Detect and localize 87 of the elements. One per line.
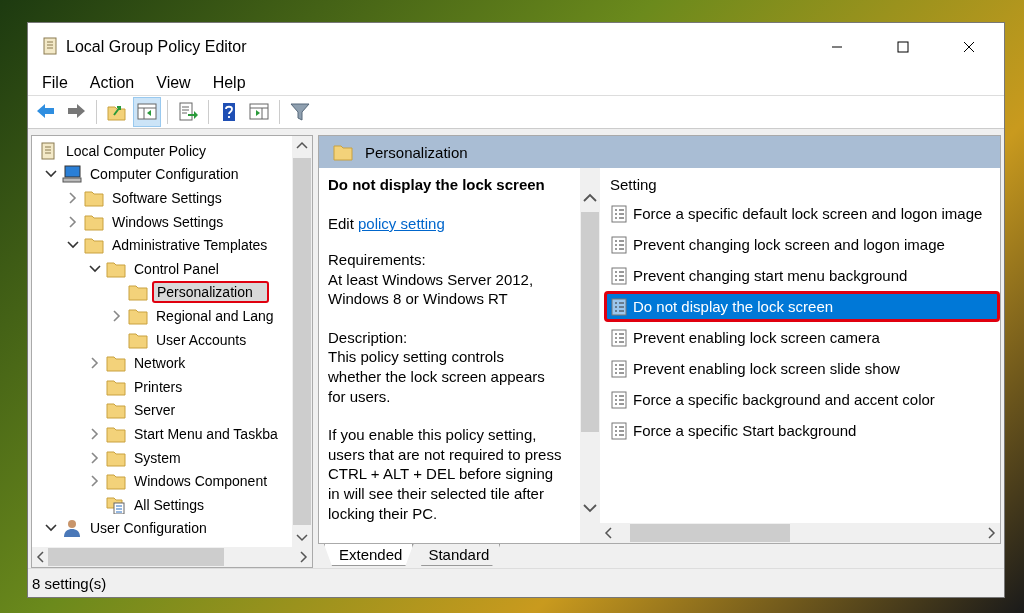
chevron-right-icon[interactable] bbox=[988, 527, 996, 539]
folder-icon bbox=[106, 472, 126, 491]
chevron-right-icon[interactable] bbox=[300, 551, 308, 563]
scroll-icon bbox=[40, 37, 58, 57]
tree-item[interactable]: Windows Settings bbox=[108, 210, 228, 233]
folder-icon bbox=[84, 189, 104, 207]
toolbar-button[interactable] bbox=[133, 97, 161, 127]
policy-page-icon bbox=[611, 421, 627, 440]
maximize-icon bbox=[897, 41, 909, 53]
policy-page-icon bbox=[611, 204, 627, 223]
settings-list-icon bbox=[106, 495, 126, 514]
folder-icon bbox=[106, 448, 126, 467]
policy-page-icon bbox=[611, 359, 627, 378]
setting-row[interactable]: Force a specific Start background bbox=[604, 415, 1000, 446]
header-title: Personalization bbox=[365, 143, 468, 161]
tree-item[interactable]: Software Settings bbox=[108, 187, 226, 209]
filter-icon bbox=[289, 101, 311, 123]
menu-item[interactable]: Action bbox=[81, 74, 143, 92]
policy-page-icon bbox=[611, 390, 627, 409]
close-icon bbox=[963, 41, 975, 53]
description-text: If you enable this policy setting, users that are not required to press CTRL + ALT + DEL before signing in will see their selected tile after locking their PC. bbox=[328, 425, 563, 524]
chevron-left-icon[interactable] bbox=[604, 527, 612, 539]
tree-item[interactable]: Control Panel bbox=[130, 257, 223, 280]
setting-row[interactable]: Force a specific default lock screen and logon image bbox=[604, 198, 1000, 229]
policy-page-icon bbox=[611, 266, 627, 285]
tree-item[interactable]: Computer Configuration bbox=[86, 163, 243, 186]
chevron-left-icon[interactable] bbox=[36, 551, 44, 563]
chevron-up-icon[interactable] bbox=[296, 141, 308, 149]
folder-icon bbox=[84, 236, 104, 255]
setting-row[interactable]: Prevent changing start menu background bbox=[604, 260, 1000, 291]
view-tab[interactable]: Standard bbox=[413, 544, 501, 566]
scroll-icon bbox=[38, 141, 58, 160]
tree-item[interactable]: Local Computer Policy bbox=[62, 139, 211, 162]
policy-page-icon bbox=[611, 328, 627, 347]
tree-item[interactable]: User Accounts bbox=[152, 328, 251, 351]
folder-icon bbox=[128, 330, 148, 349]
tree-item[interactable]: User Configuration bbox=[86, 517, 211, 540]
policy-title: Do not display the lock screen bbox=[328, 176, 546, 193]
chevron-down-icon[interactable] bbox=[296, 534, 308, 542]
setting-row[interactable]: Force a specific background and accent color bbox=[604, 384, 1000, 415]
tree-item[interactable]: Network bbox=[130, 352, 190, 375]
vertical-scrollbar[interactable] bbox=[292, 136, 312, 547]
user-icon bbox=[62, 519, 82, 538]
setting-row[interactable]: Prevent changing lock screen and logon image bbox=[604, 229, 1000, 260]
menu-item[interactable]: Help bbox=[204, 74, 254, 92]
column-header[interactable]: Setting bbox=[608, 176, 1000, 193]
folder-icon bbox=[106, 377, 126, 396]
status-text: 8 setting(s) bbox=[32, 574, 107, 592]
description-text: Description: This policy setting controls whether the lock screen appears for users. bbox=[328, 327, 546, 407]
computer-icon bbox=[62, 165, 82, 184]
tree-item[interactable]: Printers bbox=[130, 375, 187, 398]
chevron-down-icon[interactable] bbox=[583, 503, 597, 513]
tree-item[interactable]: Personalization bbox=[152, 281, 269, 304]
menu-item[interactable]: View bbox=[148, 74, 199, 92]
setting-row[interactable]: Prevent enabling lock screen camera bbox=[604, 322, 1000, 353]
folder-icon bbox=[128, 306, 148, 325]
folder-icon bbox=[106, 259, 126, 278]
tree-item[interactable]: System bbox=[130, 446, 185, 469]
menu-item[interactable]: File bbox=[34, 74, 76, 92]
vertical-scrollbar[interactable] bbox=[580, 168, 600, 543]
policy-page-icon bbox=[611, 297, 627, 316]
setting-row[interactable]: Prevent enabling lock screen slide show bbox=[604, 353, 1000, 384]
edit-label: Edit bbox=[328, 215, 355, 232]
policy-setting-link[interactable]: policy setting bbox=[358, 215, 445, 232]
tree-item[interactable]: Windows Component bbox=[130, 470, 272, 493]
horizontal-scrollbar[interactable] bbox=[32, 547, 312, 567]
folder-icon bbox=[106, 354, 126, 373]
horizontal-scrollbar[interactable] bbox=[600, 523, 1000, 543]
tree-item[interactable]: Regional and Lang bbox=[152, 304, 278, 327]
folder-icon bbox=[106, 401, 126, 420]
folder-icon bbox=[84, 212, 104, 231]
tree-item[interactable]: All Settings bbox=[130, 493, 209, 516]
folder-icon bbox=[333, 143, 353, 161]
chevron-up-icon[interactable] bbox=[583, 192, 597, 202]
policy-page-icon bbox=[611, 235, 627, 254]
setting-row[interactable]: Do not display the lock screen bbox=[604, 291, 1000, 322]
window-title: Local Group Policy Editor bbox=[66, 38, 248, 56]
tree-item[interactable]: Administrative Templates bbox=[108, 234, 272, 257]
tree-item[interactable]: Server bbox=[130, 399, 180, 422]
view-tab[interactable]: Extended bbox=[324, 544, 414, 566]
tree-item[interactable]: Start Menu and Taskba bbox=[130, 422, 282, 445]
tree-pane-icon bbox=[136, 101, 158, 123]
folder-icon bbox=[128, 283, 148, 302]
action-pane-icon bbox=[248, 101, 270, 123]
export-list-icon bbox=[177, 101, 199, 123]
description-text: Requirements: At least Windows Server 2012, Windows 8 or Windows RT bbox=[328, 250, 535, 309]
folder-icon bbox=[106, 424, 126, 443]
